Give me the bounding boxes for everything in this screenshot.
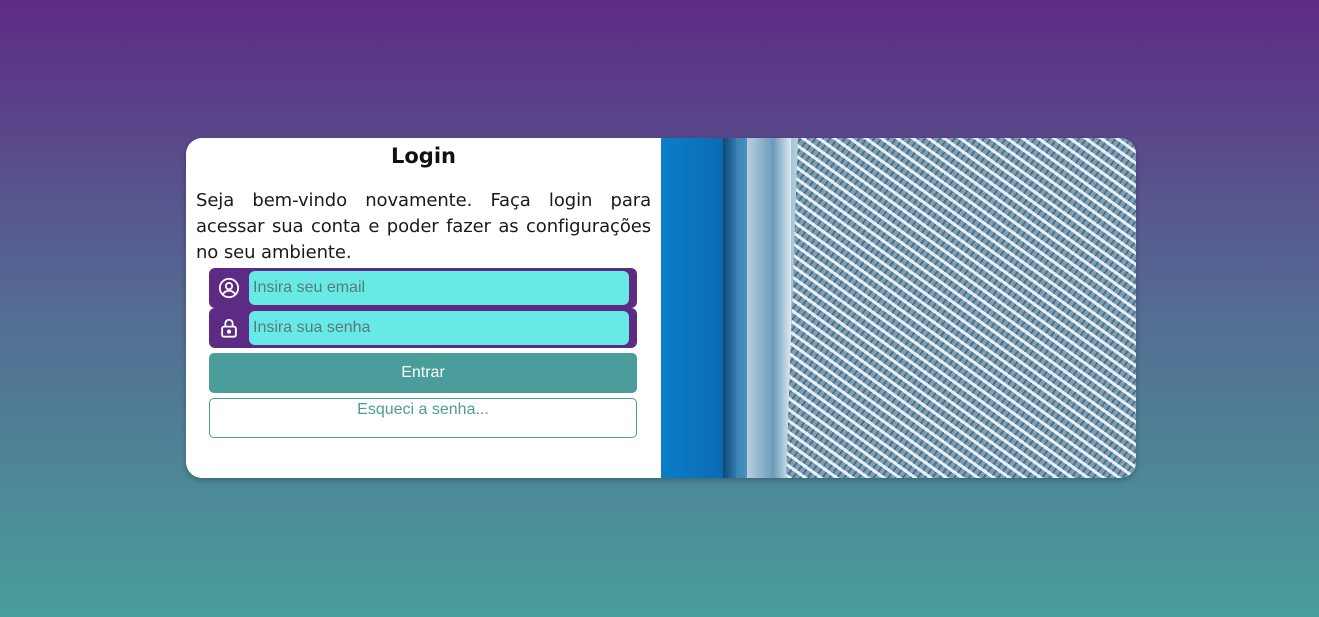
facade-mesh bbox=[781, 138, 1136, 478]
facade-column bbox=[747, 138, 791, 478]
login-form: Entrar Esqueci a senha... bbox=[209, 268, 637, 438]
lock-icon bbox=[209, 308, 249, 348]
building-facade-image bbox=[661, 138, 1136, 478]
page-title: Login bbox=[391, 144, 456, 168]
email-input[interactable] bbox=[249, 271, 629, 305]
login-button[interactable]: Entrar bbox=[209, 353, 637, 393]
password-field-group bbox=[209, 308, 637, 348]
facade-edge bbox=[723, 138, 735, 478]
welcome-text: Seja bem-vindo novamente. Faça login par… bbox=[196, 190, 651, 263]
login-panel: Login Seja bem-vindo novamente. Faça log… bbox=[186, 138, 661, 478]
forgot-password-button[interactable]: Esqueci a senha... bbox=[209, 398, 637, 438]
login-card: Login Seja bem-vindo novamente. Faça log… bbox=[186, 138, 1136, 478]
email-field-group bbox=[209, 268, 637, 308]
password-input[interactable] bbox=[249, 311, 629, 345]
user-circle-icon bbox=[209, 268, 249, 308]
